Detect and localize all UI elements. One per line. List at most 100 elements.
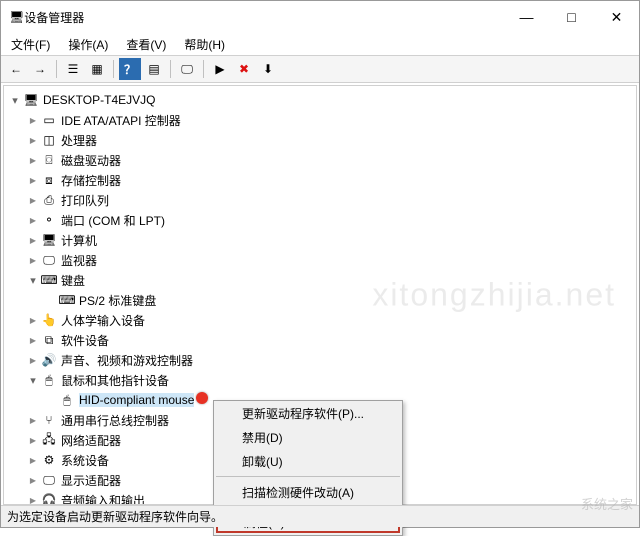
minimize-button[interactable]: —: [504, 1, 549, 33]
storage-icon: ⧈: [40, 172, 58, 188]
toolbar-separator: [203, 60, 204, 78]
disable-button[interactable]: ✖: [233, 58, 255, 80]
tree-item-label: 人体学输入设备: [61, 312, 145, 329]
back-button[interactable]: ←: [5, 58, 27, 80]
tree-item-label: 鼠标和其他指针设备: [61, 372, 169, 389]
details-button[interactable]: ▦: [86, 58, 108, 80]
expand-arrow-icon[interactable]: ▶: [26, 136, 40, 145]
window-controls: — □ ✕: [504, 1, 639, 33]
tree-item-label: 存储控制器: [61, 172, 121, 189]
network-icon: 🖧: [40, 432, 58, 448]
tree-category-9[interactable]: ▶👆人体学输入设备: [4, 310, 636, 330]
tree-category-11[interactable]: ▶🔊声音、视频和游戏控制器: [4, 350, 636, 370]
system-icon: ⚙: [40, 452, 58, 468]
annotation-marker: [196, 392, 208, 404]
expand-arrow-icon[interactable]: ▶: [26, 496, 40, 505]
expand-arrow-icon[interactable]: ▶: [26, 356, 40, 365]
tree-item-label: PS/2 标准键盘: [79, 292, 156, 309]
expand-arrow-icon[interactable]: ▶: [26, 196, 40, 205]
menubar: 文件(F) 操作(A) 查看(V) 帮助(H): [1, 33, 639, 55]
expand-arrow-icon[interactable]: ▶: [26, 456, 40, 465]
audioio-icon: 🎧: [40, 492, 58, 505]
forward-button[interactable]: →: [29, 58, 51, 80]
tree-item-label: 键盘: [61, 272, 85, 289]
menu-file[interactable]: 文件(F): [7, 34, 54, 55]
context-menu-item-1[interactable]: 禁用(D): [214, 425, 402, 449]
tree-category-10[interactable]: ▶⧉软件设备: [4, 330, 636, 350]
expand-arrow-icon[interactable]: ▶: [26, 336, 40, 345]
expand-arrow-icon[interactable]: ▾: [26, 274, 40, 287]
pc-icon: 🖥: [22, 92, 40, 108]
context-menu-item-2[interactable]: 卸载(U): [214, 449, 402, 473]
usb-icon: ⑂: [40, 412, 58, 428]
tree-item-label: 网络适配器: [61, 432, 121, 449]
tree-category-2[interactable]: ▶⌼磁盘驱动器: [4, 150, 636, 170]
cpu-icon: ◫: [40, 132, 58, 148]
expand-arrow-icon[interactable]: ▶: [26, 156, 40, 165]
expand-arrow-icon[interactable]: ▾: [8, 94, 22, 107]
keyboard-icon: ⌨: [58, 292, 76, 308]
window-title: 设备管理器: [24, 9, 84, 26]
expand-arrow-icon[interactable]: ▶: [26, 176, 40, 185]
app-icon: 🖥: [9, 10, 24, 24]
status-text: 为选定设备启动更新驱动程序软件向导。: [7, 508, 223, 525]
tree-item-label: 通用串行总线控制器: [61, 412, 169, 429]
expand-arrow-icon[interactable]: ▶: [26, 436, 40, 445]
update-driver-button[interactable]: 🖵: [176, 58, 198, 80]
tree-item-label: 计算机: [61, 232, 97, 249]
uninstall-button[interactable]: ⬇: [257, 58, 279, 80]
maximize-button[interactable]: □: [549, 1, 594, 33]
tree-item-label: 磁盘驱动器: [61, 152, 121, 169]
statusbar: 为选定设备启动更新驱动程序软件向导。: [1, 505, 639, 527]
display-icon: 🖵: [40, 472, 58, 488]
expand-arrow-icon[interactable]: ▶: [26, 236, 40, 245]
audio-icon: 🔊: [40, 352, 58, 368]
tree-device-8-0[interactable]: ⌨PS/2 标准键盘: [4, 290, 636, 310]
tree-category-5[interactable]: ▶⚬端口 (COM 和 LPT): [4, 210, 636, 230]
context-menu-item-0[interactable]: 更新驱动程序软件(P)...: [214, 401, 402, 425]
mouse-icon: 🖱: [40, 372, 58, 388]
expand-arrow-icon[interactable]: ▶: [26, 116, 40, 125]
tree-category-1[interactable]: ▶◫处理器: [4, 130, 636, 150]
expand-arrow-icon[interactable]: ▶: [26, 476, 40, 485]
tree-item-label: 端口 (COM 和 LPT): [61, 212, 165, 229]
tree-category-3[interactable]: ▶⧈存储控制器: [4, 170, 636, 190]
monitor-icon: 🖵: [40, 252, 58, 268]
expand-arrow-icon[interactable]: ▶: [26, 256, 40, 265]
menu-help[interactable]: 帮助(H): [180, 34, 229, 55]
help-button[interactable]: ？: [119, 58, 141, 80]
tree-category-12[interactable]: ▾🖱鼠标和其他指针设备: [4, 370, 636, 390]
computer-icon: 🖥: [40, 232, 58, 248]
expand-arrow-icon[interactable]: ▶: [26, 316, 40, 325]
mouse-icon: 🖱: [58, 392, 76, 408]
tree-category-8[interactable]: ▾⌨键盘: [4, 270, 636, 290]
expand-arrow-icon[interactable]: ▾: [26, 374, 40, 387]
tree-category-6[interactable]: ▶🖥计算机: [4, 230, 636, 250]
context-menu-item-4[interactable]: 扫描检测硬件改动(A): [214, 480, 402, 504]
disk-icon: ⌼: [40, 152, 58, 168]
menu-view[interactable]: 查看(V): [122, 34, 170, 55]
tree-category-0[interactable]: ▶▭IDE ATA/ATAPI 控制器: [4, 110, 636, 130]
toolbar-separator: [113, 60, 114, 78]
toolbar-separator: [56, 60, 57, 78]
tree-item-label: HID-compliant mouse: [79, 393, 194, 407]
menu-action[interactable]: 操作(A): [64, 34, 112, 55]
tree-item-label: 处理器: [61, 132, 97, 149]
tree-category-7[interactable]: ▶🖵监视器: [4, 250, 636, 270]
printer-icon: ⎙: [40, 192, 58, 208]
tree-category-4[interactable]: ▶⎙打印队列: [4, 190, 636, 210]
hid-icon: 👆: [40, 312, 58, 328]
close-button[interactable]: ✕: [594, 1, 639, 33]
port-icon: ⚬: [40, 212, 58, 228]
expand-arrow-icon[interactable]: ▶: [26, 416, 40, 425]
software-icon: ⧉: [40, 332, 58, 348]
tree-root[interactable]: ▾🖥DESKTOP-T4EJVJQ: [4, 90, 636, 110]
show-hide-button[interactable]: ☰: [62, 58, 84, 80]
tree-item-label: 监视器: [61, 252, 97, 269]
context-menu-separator: [216, 476, 400, 477]
keyboard-icon: ⌨: [40, 272, 58, 288]
properties-button[interactable]: ▤: [143, 58, 165, 80]
enable-button[interactable]: ▶: [209, 58, 231, 80]
expand-arrow-icon[interactable]: ▶: [26, 216, 40, 225]
titlebar: 🖥 设备管理器 — □ ✕: [1, 1, 639, 33]
